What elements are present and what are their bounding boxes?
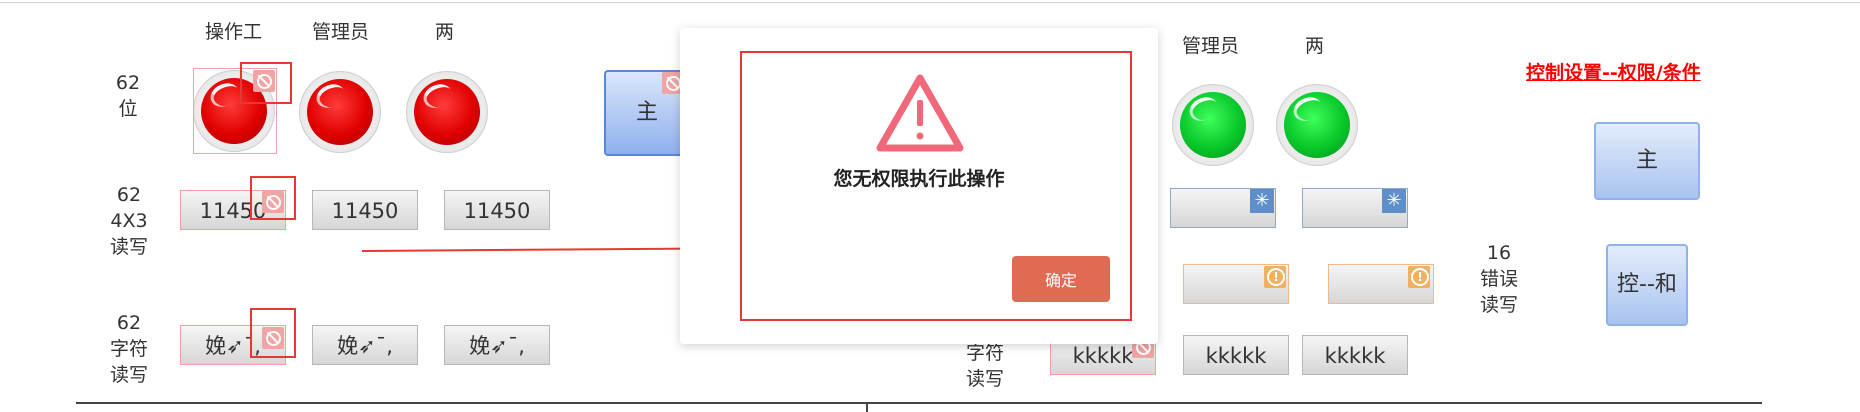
- col-header-manager-right: 管理员: [1182, 35, 1240, 57]
- control-settings-link[interactable]: 控制设置--权限/条件: [1526, 58, 1701, 85]
- col-header-both-right: 两: [1305, 35, 1325, 57]
- control-button[interactable]: 控--和: [1606, 244, 1688, 326]
- modal-highlight-box: [740, 51, 1132, 321]
- row-label-char-right: 字符 读写: [965, 342, 1004, 390]
- alert-circle-icon: [1408, 266, 1430, 288]
- status-lamp-both-right: [1276, 84, 1358, 166]
- bottom-vertical-divider: [866, 402, 868, 412]
- spark-icon: ✳: [1250, 189, 1274, 213]
- row-label-error: 16 错误 读写: [1479, 242, 1518, 316]
- spark-icon: ✳: [1382, 189, 1406, 213]
- bottom-divider: [76, 402, 1762, 404]
- kk-field-manager-right[interactable]: kkkkk: [1183, 335, 1289, 375]
- status-lamp-manager-right: [1172, 84, 1254, 166]
- main-button-right[interactable]: 主: [1594, 122, 1700, 200]
- kk-field-both-right[interactable]: kkkkk: [1302, 335, 1408, 375]
- alert-circle-icon: [1264, 266, 1286, 288]
